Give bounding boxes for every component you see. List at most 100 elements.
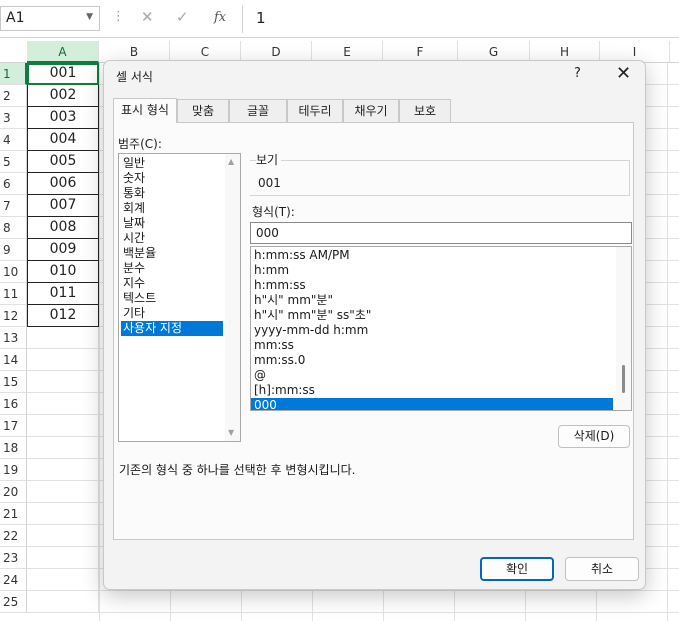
- cell[interactable]: 008: [27, 217, 99, 239]
- row-header[interactable]: 9: [0, 239, 27, 261]
- category-item[interactable]: 통화: [121, 186, 223, 201]
- cell[interactable]: [27, 437, 99, 459]
- row-header[interactable]: 23: [0, 547, 27, 569]
- cell[interactable]: 007: [27, 195, 99, 217]
- row-header[interactable]: 14: [0, 349, 27, 371]
- format-item[interactable]: mm:ss: [251, 338, 613, 353]
- row-header[interactable]: 18: [0, 437, 27, 459]
- format-item[interactable]: h"시" mm"분": [251, 293, 613, 308]
- format-item[interactable]: h:mm:ss: [251, 278, 613, 293]
- tab-font[interactable]: 글꼴: [229, 99, 287, 122]
- insert-function-icon[interactable]: fx: [214, 10, 226, 25]
- cell[interactable]: [27, 481, 99, 503]
- format-item[interactable]: h:mm: [251, 263, 613, 278]
- row-header[interactable]: 20: [0, 481, 27, 503]
- cell[interactable]: 010: [27, 261, 99, 283]
- cell[interactable]: 005: [27, 151, 99, 173]
- ok-button[interactable]: 확인: [480, 557, 554, 581]
- cancel-icon[interactable]: ✕: [141, 8, 154, 26]
- scroll-down-icon[interactable]: ▼: [228, 428, 234, 437]
- cell[interactable]: 006: [27, 173, 99, 195]
- row-header[interactable]: 16: [0, 393, 27, 415]
- row-header[interactable]: 10: [0, 261, 27, 283]
- cell[interactable]: 012: [27, 305, 99, 327]
- enter-icon[interactable]: ✓: [176, 8, 189, 26]
- cell[interactable]: [27, 459, 99, 481]
- tab-alignment[interactable]: 맞춤: [177, 99, 229, 122]
- row-header[interactable]: 11: [0, 283, 27, 305]
- row-header[interactable]: 7: [0, 195, 27, 217]
- cell[interactable]: 002: [27, 85, 99, 107]
- cancel-button[interactable]: 취소: [565, 557, 639, 581]
- category-item[interactable]: 사용자 지정: [121, 321, 223, 336]
- cell[interactable]: [27, 525, 99, 547]
- row-header[interactable]: 22: [0, 525, 27, 547]
- cell[interactable]: [27, 569, 99, 591]
- dialog-title: 셀 서식: [116, 70, 153, 84]
- format-item[interactable]: [h]:mm:ss: [251, 383, 613, 398]
- category-item[interactable]: 날짜: [121, 216, 223, 231]
- category-item[interactable]: 지수: [121, 276, 223, 291]
- tab-fill[interactable]: 채우기: [343, 99, 399, 122]
- category-list[interactable]: ▲ ▼ 일반 숫자 통화 회계 날짜 시간 백분율 분수 지수 텍스트 기타 사용자 지정: [118, 153, 241, 442]
- format-item[interactable]: h"시" mm"분" ss"초": [251, 308, 613, 323]
- format-scrollbar[interactable]: [616, 247, 631, 410]
- column-header-a[interactable]: A: [27, 41, 99, 63]
- cell[interactable]: [27, 349, 99, 371]
- cell[interactable]: 001: [27, 63, 99, 85]
- scroll-thumb[interactable]: [622, 365, 625, 393]
- format-item[interactable]: yyyy-mm-dd h:mm: [251, 323, 613, 338]
- formula-input[interactable]: 1: [256, 9, 266, 27]
- row-header[interactable]: 25: [0, 591, 27, 613]
- format-list[interactable]: h:mm:ss AM/PM h:mm h:mm:ss h"시" mm"분" h"시" m…: [250, 246, 632, 411]
- row-header[interactable]: 21: [0, 503, 27, 525]
- cell[interactable]: [27, 503, 99, 525]
- category-scrollbar[interactable]: ▲ ▼: [225, 154, 240, 441]
- row-header[interactable]: 2: [0, 85, 27, 107]
- category-item[interactable]: 회계: [121, 201, 223, 216]
- row-header[interactable]: 24: [0, 569, 27, 591]
- scroll-up-icon[interactable]: ▲: [228, 157, 234, 166]
- row-header[interactable]: 1: [0, 63, 27, 85]
- format-item[interactable]: mm:ss.0: [251, 353, 613, 368]
- category-item[interactable]: 숫자: [121, 171, 223, 186]
- cell[interactable]: [27, 591, 99, 613]
- format-item[interactable]: @: [251, 368, 613, 383]
- cell[interactable]: [27, 371, 99, 393]
- cell[interactable]: 009: [27, 239, 99, 261]
- row-header[interactable]: 3: [0, 107, 27, 129]
- category-item[interactable]: 텍스트: [121, 291, 223, 306]
- name-box[interactable]: A1 ▼: [0, 6, 100, 31]
- category-item[interactable]: 분수: [121, 261, 223, 276]
- row-header[interactable]: 15: [0, 371, 27, 393]
- row-header[interactable]: 4: [0, 129, 27, 151]
- cell[interactable]: 004: [27, 129, 99, 151]
- cell[interactable]: [27, 393, 99, 415]
- format-item[interactable]: h:mm:ss AM/PM: [251, 248, 613, 263]
- category-item[interactable]: 일반: [121, 156, 223, 171]
- category-item[interactable]: 시간: [121, 231, 223, 246]
- row-header[interactable]: 17: [0, 415, 27, 437]
- tab-border[interactable]: 테두리: [287, 99, 343, 122]
- category-item[interactable]: 백분율: [121, 246, 223, 261]
- cell[interactable]: 003: [27, 107, 99, 129]
- format-item[interactable]: 000: [251, 398, 613, 410]
- tab-number[interactable]: 표시 형식: [113, 98, 177, 123]
- row-header[interactable]: 8: [0, 217, 27, 239]
- cell[interactable]: 011: [27, 283, 99, 305]
- cell[interactable]: [27, 415, 99, 437]
- tab-protection[interactable]: 보호: [399, 99, 451, 122]
- row-header[interactable]: 6: [0, 173, 27, 195]
- row-header[interactable]: 19: [0, 459, 27, 481]
- delete-button[interactable]: 삭제(D): [558, 425, 630, 448]
- close-icon[interactable]: ✕: [616, 63, 631, 84]
- help-icon[interactable]: ?: [574, 66, 581, 81]
- cell[interactable]: [27, 547, 99, 569]
- category-item[interactable]: 기타: [121, 306, 223, 321]
- chevron-down-icon[interactable]: ▼: [86, 12, 93, 22]
- cell[interactable]: [27, 327, 99, 349]
- row-header[interactable]: 5: [0, 151, 27, 173]
- type-input[interactable]: 000: [250, 222, 632, 244]
- row-header[interactable]: 13: [0, 327, 27, 349]
- row-header[interactable]: 12: [0, 305, 27, 327]
